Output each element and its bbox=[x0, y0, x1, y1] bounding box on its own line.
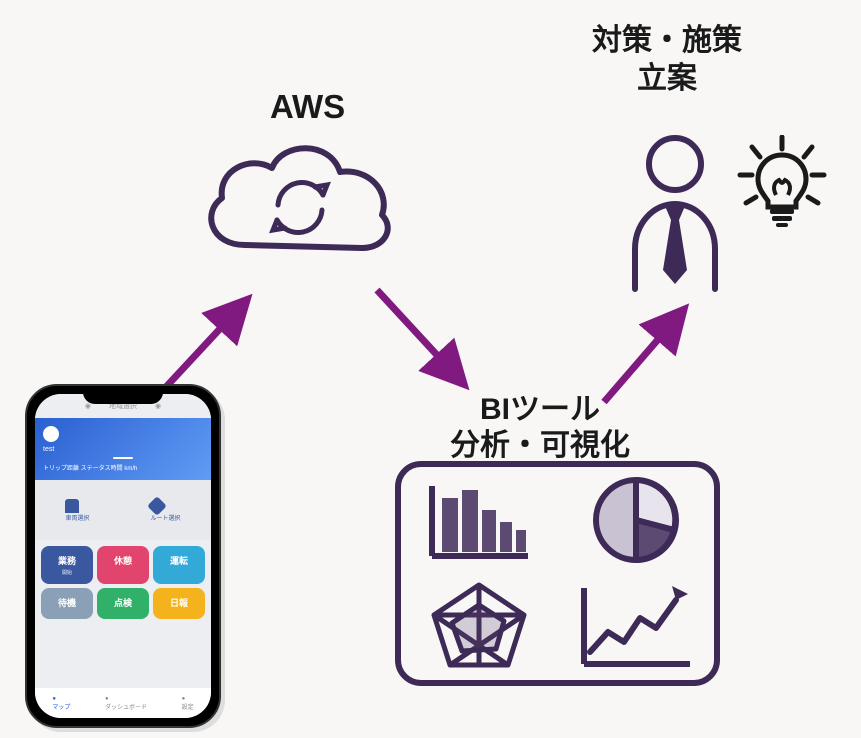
tile-label: 休憩 bbox=[114, 556, 132, 566]
bi-panel bbox=[395, 461, 720, 686]
nav-item-1[interactable]: ●ダッシュボード bbox=[105, 696, 147, 711]
tile-label: 業務 bbox=[58, 556, 76, 566]
nav-label: マップ bbox=[52, 702, 70, 711]
phone-stat-labels: トリップ距離 ステータス時間 km/h bbox=[43, 463, 137, 472]
tile-sub: 開始 bbox=[45, 569, 89, 576]
phone-tile-3[interactable]: 待機 bbox=[41, 588, 93, 619]
smartphone-mockup: ◉ 地域選択 ◉ test トリップ距離 ステータス時間 km/h 車両選択 ル… bbox=[25, 384, 221, 728]
header-divider bbox=[113, 457, 133, 459]
line-chart-icon bbox=[558, 574, 715, 681]
arrow-bi-to-person bbox=[592, 300, 702, 415]
avatar-icon bbox=[43, 426, 59, 442]
phone-header-card: test トリップ距離 ステータス時間 km/h bbox=[35, 418, 211, 480]
phone-bottom-nav: ●マップ ●ダッシュボード ●設定 bbox=[35, 688, 211, 718]
phone-tile-0[interactable]: 業務開始 bbox=[41, 546, 93, 584]
pie-chart-icon bbox=[558, 467, 715, 574]
tile-label: 日報 bbox=[170, 598, 188, 608]
map-left-label: 車両選択 bbox=[65, 513, 89, 522]
plan-line1: 対策・施策 bbox=[592, 22, 742, 60]
phone-stats-row: トリップ距離 ステータス時間 km/h bbox=[43, 463, 203, 472]
tile-label: 運転 bbox=[170, 556, 188, 566]
cloud-icon bbox=[190, 130, 400, 280]
tile-label: 点検 bbox=[114, 598, 132, 608]
phone-screen: ◉ 地域選択 ◉ test トリップ距離 ステータス時間 km/h 車両選択 ル… bbox=[35, 394, 211, 718]
phone-notch bbox=[83, 386, 163, 404]
nav-item-0[interactable]: ●マップ bbox=[52, 696, 70, 711]
nav-label: 設定 bbox=[182, 702, 194, 711]
car-icon bbox=[65, 499, 79, 513]
tile-label: 待機 bbox=[58, 598, 76, 608]
bi-tool-line2: 分析・可視化 bbox=[450, 428, 630, 464]
arrow-cloud-to-bi bbox=[365, 278, 485, 398]
phone-user: test bbox=[43, 446, 203, 453]
phone-tile-4[interactable]: 点検 bbox=[97, 588, 149, 619]
person-icon bbox=[625, 134, 725, 294]
bar-chart-icon bbox=[401, 467, 558, 574]
phone-tile-2[interactable]: 運転 bbox=[153, 546, 205, 584]
phone-map-row: 車両選択 ルート選択 bbox=[35, 480, 211, 540]
nav-item-2[interactable]: ●設定 bbox=[182, 696, 194, 711]
lightbulb-icon bbox=[732, 135, 832, 235]
plan-label: 対策・施策 立案 bbox=[592, 22, 742, 97]
phone-tile-1[interactable]: 休憩 bbox=[97, 546, 149, 584]
radar-chart-icon bbox=[401, 574, 558, 681]
phone-tile-grid: 業務開始 休憩 運転 待機 点検 日報 bbox=[35, 540, 211, 625]
phone-tile-5[interactable]: 日報 bbox=[153, 588, 205, 619]
topbar-right-icon: ◉ bbox=[155, 402, 161, 410]
nav-label: ダッシュボード bbox=[105, 702, 147, 711]
plan-line2: 立案 bbox=[592, 60, 742, 98]
aws-label: AWS bbox=[270, 88, 345, 126]
